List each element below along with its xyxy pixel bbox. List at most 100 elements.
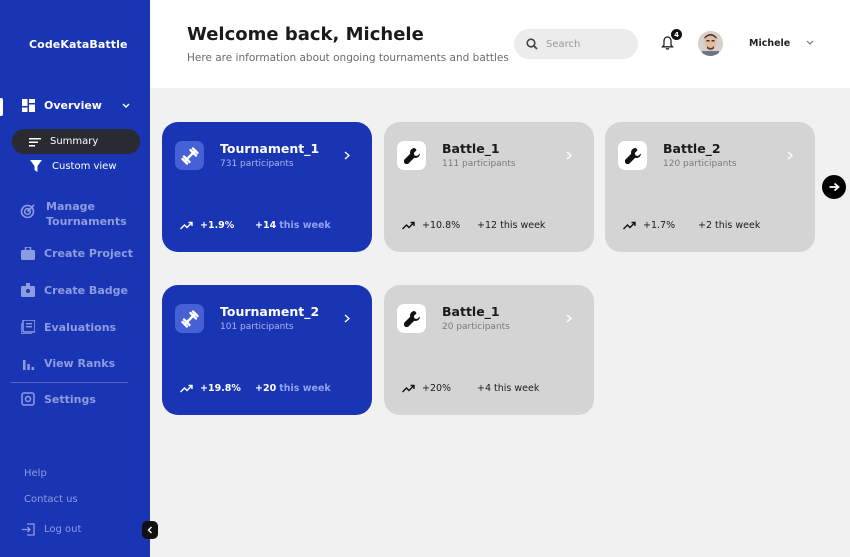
help-link[interactable]: Help	[24, 468, 47, 479]
sidebar-item-evaluations[interactable]: Evaluations	[21, 320, 116, 334]
weekly-label: this week	[494, 383, 540, 394]
briefcase-icon	[21, 247, 35, 260]
battle-card[interactable]: Battle_1 111 participants +10.8% +12 thi…	[384, 122, 594, 252]
bar-chart-icon	[23, 360, 35, 370]
chevron-down-icon	[122, 103, 130, 108]
sidebar-item-create-badge[interactable]: Create Badge	[21, 283, 128, 297]
target-icon	[20, 204, 35, 219]
sidebar-item-label: Create Badge	[44, 283, 128, 297]
card-title: Battle_2	[663, 141, 721, 156]
search-box[interactable]	[514, 29, 638, 59]
dumbbell-icon	[180, 309, 199, 328]
notification-badge: 4	[670, 28, 683, 41]
card-weekly-change: +14 this week	[255, 220, 331, 231]
sidebar-item-label: Custom view	[52, 160, 117, 172]
wrench-icon	[624, 147, 641, 164]
card-weekly-change: +12 this week	[477, 220, 545, 231]
chevron-left-icon	[147, 526, 152, 534]
logout-icon	[22, 523, 35, 536]
card-title: Tournament_2	[220, 304, 320, 319]
grid-icon	[22, 99, 35, 112]
sidebar-item-label: Create Project	[44, 247, 133, 260]
logout-button[interactable]: Log out	[22, 523, 81, 536]
weekly-number: +14	[255, 220, 277, 231]
card-growth-percent: +1.7%	[643, 220, 676, 231]
dumbbell-icon	[180, 146, 199, 165]
wrench-icon	[403, 310, 420, 327]
sidebar-item-summary[interactable]: Summary	[12, 129, 140, 154]
card-growth-percent: +19.8%	[200, 383, 241, 394]
card-growth-percent: +1.9%	[200, 220, 235, 231]
card-weekly-change: +4 this week	[477, 383, 539, 394]
sidebar-item-label: Tournaments	[46, 215, 127, 228]
page-subtitle: Here are information about ongoing tourn…	[187, 52, 509, 64]
trending-up-icon	[180, 384, 193, 393]
card-participants: 120 participants	[663, 159, 737, 169]
card-participants: 111 participants	[442, 159, 516, 169]
battle-card[interactable]: Battle_2 120 participants +1.7% +2 this …	[605, 122, 815, 252]
search-icon	[526, 38, 538, 50]
avatar-image	[698, 31, 723, 56]
collapse-sidebar-button[interactable]	[142, 521, 158, 539]
search-input[interactable]	[546, 38, 626, 50]
arrow-right-icon	[829, 182, 840, 192]
sidebar-item-label: View Ranks	[44, 357, 116, 370]
card-growth-percent: +20%	[422, 383, 452, 394]
card-growth-percent: +10.8%	[422, 220, 461, 231]
sidebar-item-label: Evaluations	[44, 320, 117, 334]
page-title: Welcome back, Michele	[187, 24, 424, 45]
card-weekly-change: +20 this week	[255, 383, 331, 394]
sidebar-item-create-project[interactable]: Create Project	[21, 247, 133, 260]
contact-link[interactable]: Contact us	[24, 494, 78, 505]
card-title: Battle_1	[442, 141, 500, 156]
filter-icon	[30, 160, 42, 172]
next-cards-button[interactable]	[822, 175, 846, 199]
username: Michele	[749, 38, 791, 49]
tournament-card[interactable]: Tournament_1 731 participants +1.9% +14 …	[162, 122, 372, 252]
weekly-number: +20	[255, 383, 277, 394]
battle-card[interactable]: Battle_1 20 participants +20% +4 this we…	[384, 285, 594, 415]
sidebar-divider	[11, 382, 128, 383]
trending-up-icon	[623, 221, 636, 230]
gear-icon	[21, 392, 35, 406]
sidebar-item-label: Summary	[50, 136, 99, 147]
weekly-label: this week	[279, 383, 331, 394]
trending-up-icon	[402, 384, 415, 393]
trending-up-icon	[402, 221, 415, 230]
weekly-number: +2	[698, 220, 713, 231]
active-indicator	[0, 98, 3, 116]
card-title: Tournament_1	[220, 141, 320, 156]
sidebar-item-label: Settings	[44, 392, 96, 406]
card-participants: 101 participants	[220, 322, 294, 332]
chevron-right-icon[interactable]	[787, 151, 793, 160]
card-participants: 731 participants	[220, 159, 294, 169]
tournament-card[interactable]: Tournament_2 101 participants +19.8% +20…	[162, 285, 372, 415]
sidebar-item-custom-view[interactable]: Custom view	[30, 160, 117, 172]
card-participants: 20 participants	[442, 322, 510, 332]
weekly-label: this week	[500, 220, 546, 231]
card-weekly-change: +2 this week	[698, 220, 760, 231]
sidebar-item-manage-tournaments[interactable]: Manage Tournaments	[20, 199, 127, 229]
sidebar-item-overview[interactable]: Overview	[22, 99, 130, 112]
sidebar-item-view-ranks[interactable]: View Ranks	[22, 357, 115, 370]
weekly-label: this week	[715, 220, 761, 231]
sidebar-item-label: Overview	[44, 99, 102, 112]
wrench-icon	[403, 147, 420, 164]
card-title: Battle_1	[442, 304, 500, 319]
chevron-right-icon[interactable]	[344, 314, 350, 323]
chevron-right-icon[interactable]	[566, 151, 572, 160]
sidebar-item-settings[interactable]: Settings	[21, 392, 96, 406]
weekly-number: +12	[477, 220, 498, 231]
sidebar: CodeKataBattle Overview Summary Custom v…	[0, 0, 150, 557]
lines-icon	[29, 137, 41, 146]
trending-up-icon	[180, 221, 193, 230]
sidebar-item-label: Manage	[46, 200, 95, 213]
weekly-label: this week	[279, 220, 331, 231]
avatar[interactable]	[698, 31, 723, 56]
chevron-right-icon[interactable]	[566, 314, 572, 323]
list-icon	[21, 320, 35, 334]
chevron-right-icon[interactable]	[344, 151, 350, 160]
chevron-down-icon[interactable]	[806, 40, 814, 46]
logout-label: Log out	[44, 524, 82, 535]
badge-icon	[21, 283, 35, 297]
